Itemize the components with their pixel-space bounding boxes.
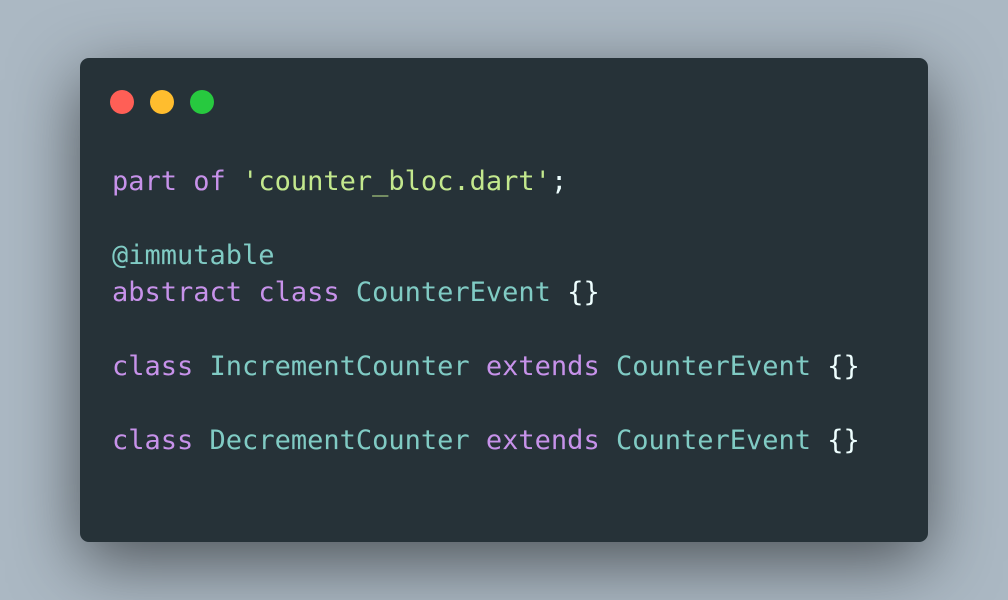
code-line: part of 'counter_bloc.dart';	[112, 163, 860, 200]
code-token-string: 'counter_bloc.dart'	[242, 166, 551, 197]
code-token-punctuation	[242, 277, 258, 308]
code-token-punctuation	[177, 166, 193, 197]
code-token-keyword: extends	[485, 351, 600, 382]
code-token-keyword: class	[258, 277, 340, 308]
code-token-keyword: class	[112, 425, 194, 456]
code-line: class IncrementCounter extends CounterEv…	[112, 348, 860, 385]
code-token-type: CounterEvent	[615, 425, 812, 456]
code-token-punctuation	[470, 351, 486, 382]
code-token-punctuation	[470, 425, 486, 456]
close-dot[interactable]	[110, 90, 134, 114]
code-token-type: @immutable	[112, 240, 275, 271]
code-token-punctuation	[340, 277, 356, 308]
code-token-punctuation: ;	[550, 166, 568, 197]
code-line: abstract class CounterEvent {}	[112, 274, 860, 311]
window-controls	[110, 90, 214, 114]
code-token-type: IncrementCounter	[209, 351, 470, 382]
code-token-punctuation	[193, 425, 209, 456]
code-token-punctuation	[600, 351, 616, 382]
code-token-keyword: extends	[485, 425, 600, 456]
code-token-punctuation: {}	[550, 277, 600, 308]
code-block: part of 'counter_bloc.dart'; @immutable ab…	[112, 163, 860, 459]
code-token-punctuation: {}	[811, 351, 860, 382]
code-token-type: CounterEvent	[615, 351, 812, 382]
code-token-keyword: part	[112, 166, 178, 197]
code-token-punctuation	[193, 351, 209, 382]
code-token-keyword: of	[193, 166, 226, 197]
code-line: @immutable	[112, 237, 860, 274]
code-token-punctuation: {}	[811, 425, 860, 456]
screen-background: { "window": { "controls": [ {"name": "cl…	[0, 0, 1008, 600]
code-line: class DecrementCounter extends CounterEv…	[112, 422, 860, 459]
minimize-dot[interactable]	[150, 90, 174, 114]
code-window: part of 'counter_bloc.dart'; @immutable ab…	[80, 58, 928, 542]
code-token-punctuation	[226, 166, 242, 197]
code-token-keyword: abstract	[112, 277, 243, 308]
code-token-keyword: class	[112, 351, 194, 382]
maximize-dot[interactable]	[190, 90, 214, 114]
code-token-punctuation	[600, 425, 616, 456]
code-token-type: CounterEvent	[355, 277, 551, 308]
code-token-type: DecrementCounter	[209, 425, 470, 456]
